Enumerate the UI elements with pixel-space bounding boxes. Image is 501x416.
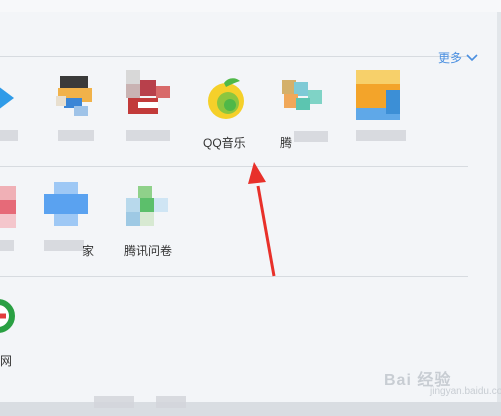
app-label-blurred-4 — [294, 131, 328, 142]
qq-music-icon[interactable] — [204, 75, 250, 121]
tencent-survey-icon[interactable] — [126, 186, 172, 232]
app-icon-blurred-5[interactable] — [356, 70, 402, 120]
bottom-blur-1 — [94, 396, 134, 408]
app-icon-blurred-6[interactable] — [0, 186, 42, 232]
app-icon-blurred-4[interactable] — [282, 76, 328, 122]
qq-music-label: QQ音乐 — [203, 136, 246, 150]
app-label-blurred-2 — [58, 130, 94, 141]
watermark-sub-text: jingyan.baidu.com — [430, 386, 501, 397]
app-label-tencent-partial: 腾 — [280, 136, 293, 150]
tencent-survey-label: 腾讯问卷 — [124, 244, 173, 258]
app-icon-blurred-2[interactable] — [52, 72, 98, 118]
divider-top — [0, 56, 468, 57]
divider-row2 — [0, 276, 468, 277]
app-icon-blurred-3[interactable] — [126, 70, 172, 116]
bottom-blur-2 — [156, 396, 186, 408]
chevron-down-icon — [466, 51, 478, 65]
app-icon-blurred-1[interactable] — [0, 78, 40, 124]
app-icon-partial-web[interactable] — [0, 296, 38, 342]
app-label-blurred-1 — [0, 130, 18, 141]
app-label-home-partial: 家 — [82, 244, 95, 258]
app-icon-blurred-7[interactable] — [44, 182, 90, 228]
more-button[interactable]: 更多 — [438, 49, 478, 66]
app-label-blurred-7 — [44, 240, 84, 251]
bottom-strip — [0, 402, 501, 416]
more-label: 更多 — [438, 51, 463, 65]
app-label-partial-web: 网 — [0, 354, 13, 368]
app-label-blurred-5 — [356, 130, 406, 141]
annotation-arrow-icon — [248, 162, 276, 277]
divider-row1 — [0, 166, 468, 167]
app-label-blurred-6 — [0, 240, 14, 251]
app-label-blurred-3 — [126, 130, 170, 141]
scrollbar[interactable] — [497, 12, 501, 402]
